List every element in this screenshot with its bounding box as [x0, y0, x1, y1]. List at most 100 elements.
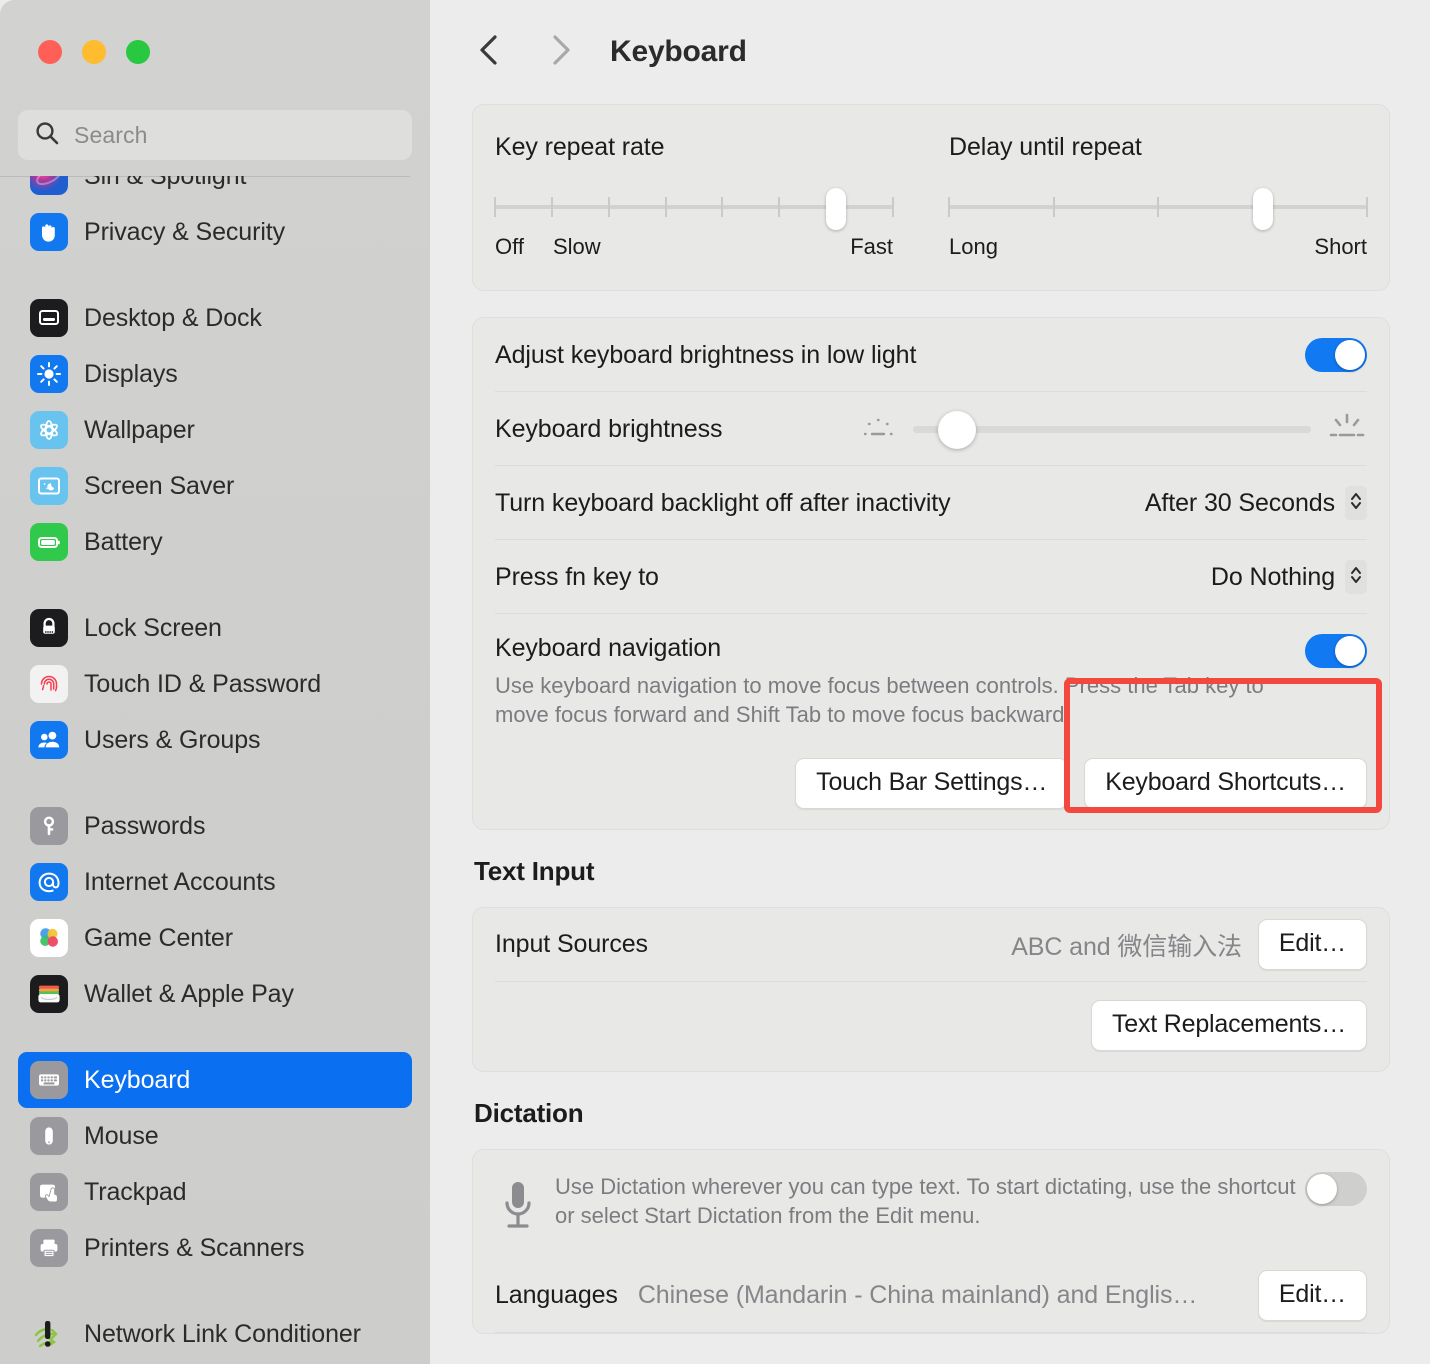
zoom-button[interactable]	[126, 40, 150, 64]
chevron-right-icon	[547, 33, 573, 72]
toggle-knob	[1335, 636, 1365, 666]
sidebar-item-keyboard[interactable]: Keyboard	[18, 1052, 412, 1108]
sidebar-item-users-groups[interactable]: Users & Groups	[18, 712, 412, 768]
siri-icon	[30, 176, 68, 195]
sidebar-item-label: Wallpaper	[84, 415, 195, 444]
chevron-up-down-icon	[1349, 490, 1363, 517]
slider-tick	[1366, 197, 1368, 217]
hand-icon	[30, 213, 68, 251]
back-button[interactable]	[468, 30, 512, 74]
sidebar-item-label: Privacy & Security	[84, 217, 286, 246]
sidebar-item-screen-saver[interactable]: Screen Saver	[18, 458, 412, 514]
legend-slow: Slow	[553, 234, 601, 259]
search-icon	[34, 120, 60, 151]
sidebar-item-lock-screen[interactable]: Lock Screen	[18, 600, 412, 656]
slider-tick	[1052, 197, 1055, 217]
slider-knob[interactable]	[937, 411, 976, 449]
wallet-icon	[30, 975, 68, 1013]
keyboard-brightness-slider[interactable]	[913, 409, 1311, 449]
slider-knob[interactable]	[1252, 188, 1273, 230]
backlight-off-stepper[interactable]	[1345, 486, 1367, 520]
sidebar-scroll-area[interactable]: Siri & Spotlight Privacy & Security Desk…	[0, 176, 430, 1364]
brightness-high-icon	[1327, 410, 1367, 449]
fn-key-value[interactable]: Do Nothing	[1211, 563, 1335, 592]
sidebar-item-mouse[interactable]: Mouse	[18, 1108, 412, 1164]
microphone-icon	[501, 1178, 535, 1239]
legend-long: Long	[949, 234, 998, 259]
lock-icon	[30, 609, 68, 647]
legend-short: Short	[1314, 234, 1367, 259]
toggle-knob	[1335, 340, 1365, 370]
search-field[interactable]: Search	[18, 110, 412, 160]
key-repeat-rate-legend: Off Slow Fast	[495, 234, 893, 264]
delay-until-repeat-slider[interactable]	[948, 188, 1368, 230]
forward-button[interactable]	[538, 30, 582, 74]
fn-key-label: Press fn key to	[495, 562, 659, 591]
sidebar-item-desktop-dock[interactable]: Desktop & Dock	[18, 290, 412, 346]
slider-tick	[607, 197, 610, 217]
trackpad-icon	[30, 1173, 68, 1211]
sidebar-item-label: Desktop & Dock	[84, 303, 262, 332]
sidebar-item-label: Siri & Spotlight	[84, 176, 246, 191]
slider-tick	[892, 197, 894, 217]
key-repeat-rate-group: Key repeat rate Off Slow Fast	[494, 133, 931, 264]
sidebar-item-passwords[interactable]: Passwords	[18, 798, 412, 854]
slider-tick	[948, 197, 950, 217]
input-sources-edit-button[interactable]: Edit…	[1257, 919, 1367, 970]
text-replacements-button[interactable]: Text Replacements…	[1091, 999, 1367, 1051]
sidebar-item-label: Screen Saver	[84, 471, 235, 500]
legend-fast: Fast	[850, 234, 893, 259]
sidebar-item-label: Printers & Scanners	[84, 1233, 305, 1262]
minimize-button[interactable]	[82, 40, 106, 64]
sidebar-item-label: Battery	[84, 527, 163, 556]
legend-off: Off	[495, 234, 524, 259]
slider-knob[interactable]	[826, 188, 847, 230]
key-repeat-rate-slider[interactable]	[494, 188, 894, 230]
delay-until-repeat-group: Delay until repeat Long Short	[931, 133, 1368, 264]
dictation-section-title: Dictation	[474, 1097, 584, 1128]
close-button[interactable]	[38, 40, 62, 64]
dictation-languages-row: Languages Chinese (Mandarin - China main…	[473, 1259, 1389, 1333]
page-title: Keyboard	[610, 35, 747, 68]
input-sources-label: Input Sources	[495, 930, 648, 958]
sidebar-item-label: Network Link Conditioner	[84, 1319, 361, 1348]
sidebar-item-privacy-security[interactable]: Privacy & Security	[18, 204, 412, 260]
touch-bar-settings-button[interactable]: Touch Bar Settings…	[795, 757, 1069, 809]
sidebar-item-printers-scanners[interactable]: Printers & Scanners	[18, 1220, 412, 1276]
adjust-brightness-label: Adjust keyboard brightness in low light	[495, 340, 917, 369]
chevron-left-icon	[477, 33, 503, 72]
dictation-toggle[interactable]	[1305, 1171, 1367, 1206]
sidebar-item-displays[interactable]: Displays	[18, 346, 412, 402]
sidebar-item-internet-accounts[interactable]: Internet Accounts	[18, 854, 412, 910]
keyboard-shortcuts-button[interactable]: Keyboard Shortcuts…	[1084, 757, 1367, 809]
adjust-brightness-toggle[interactable]	[1305, 338, 1367, 372]
fn-key-stepper[interactable]	[1345, 560, 1367, 594]
key-icon	[30, 807, 68, 845]
search-placeholder: Search	[74, 121, 148, 148]
sidebar-item-siri-spotlight[interactable]: Siri & Spotlight	[18, 176, 412, 204]
keyboard-brightness-row: Keyboard brightness	[473, 392, 1389, 466]
sidebar-item-wallpaper[interactable]: Wallpaper	[18, 402, 412, 458]
slider-tick	[550, 197, 553, 217]
sidebar-item-game-center[interactable]: Game Center	[18, 910, 412, 966]
sidebar-item-network-link-conditioner[interactable]: Network Link Conditioner	[18, 1306, 412, 1362]
sidebar-item-battery[interactable]: Battery	[18, 514, 412, 570]
backlight-off-value[interactable]: After 30 Seconds	[1145, 489, 1335, 518]
sidebar-item-label: Internet Accounts	[84, 867, 276, 896]
sidebar-item-touch-id-password[interactable]: Touch ID & Password	[18, 656, 412, 712]
main-content: Keyboard Key repeat rate Off Slow Fast D…	[430, 0, 1430, 1364]
languages-edit-button[interactable]: Edit…	[1257, 1270, 1367, 1321]
fn-key-row: Press fn key to Do Nothing	[473, 540, 1389, 614]
sidebar-item-wallet-apple-pay[interactable]: Wallet & Apple Pay	[18, 966, 412, 1022]
wallpaper-icon	[30, 411, 68, 449]
sidebar-item-label: Touch ID & Password	[84, 669, 322, 698]
sidebar-item-trackpad[interactable]: Trackpad	[18, 1164, 412, 1220]
sidebar-item-label: Mouse	[84, 1121, 159, 1150]
keyboard-navigation-toggle[interactable]	[1305, 634, 1367, 668]
text-replacements-row: Text Replacements…	[473, 982, 1389, 1071]
toolbar: Keyboard	[430, 0, 1430, 104]
users-icon	[30, 721, 68, 759]
